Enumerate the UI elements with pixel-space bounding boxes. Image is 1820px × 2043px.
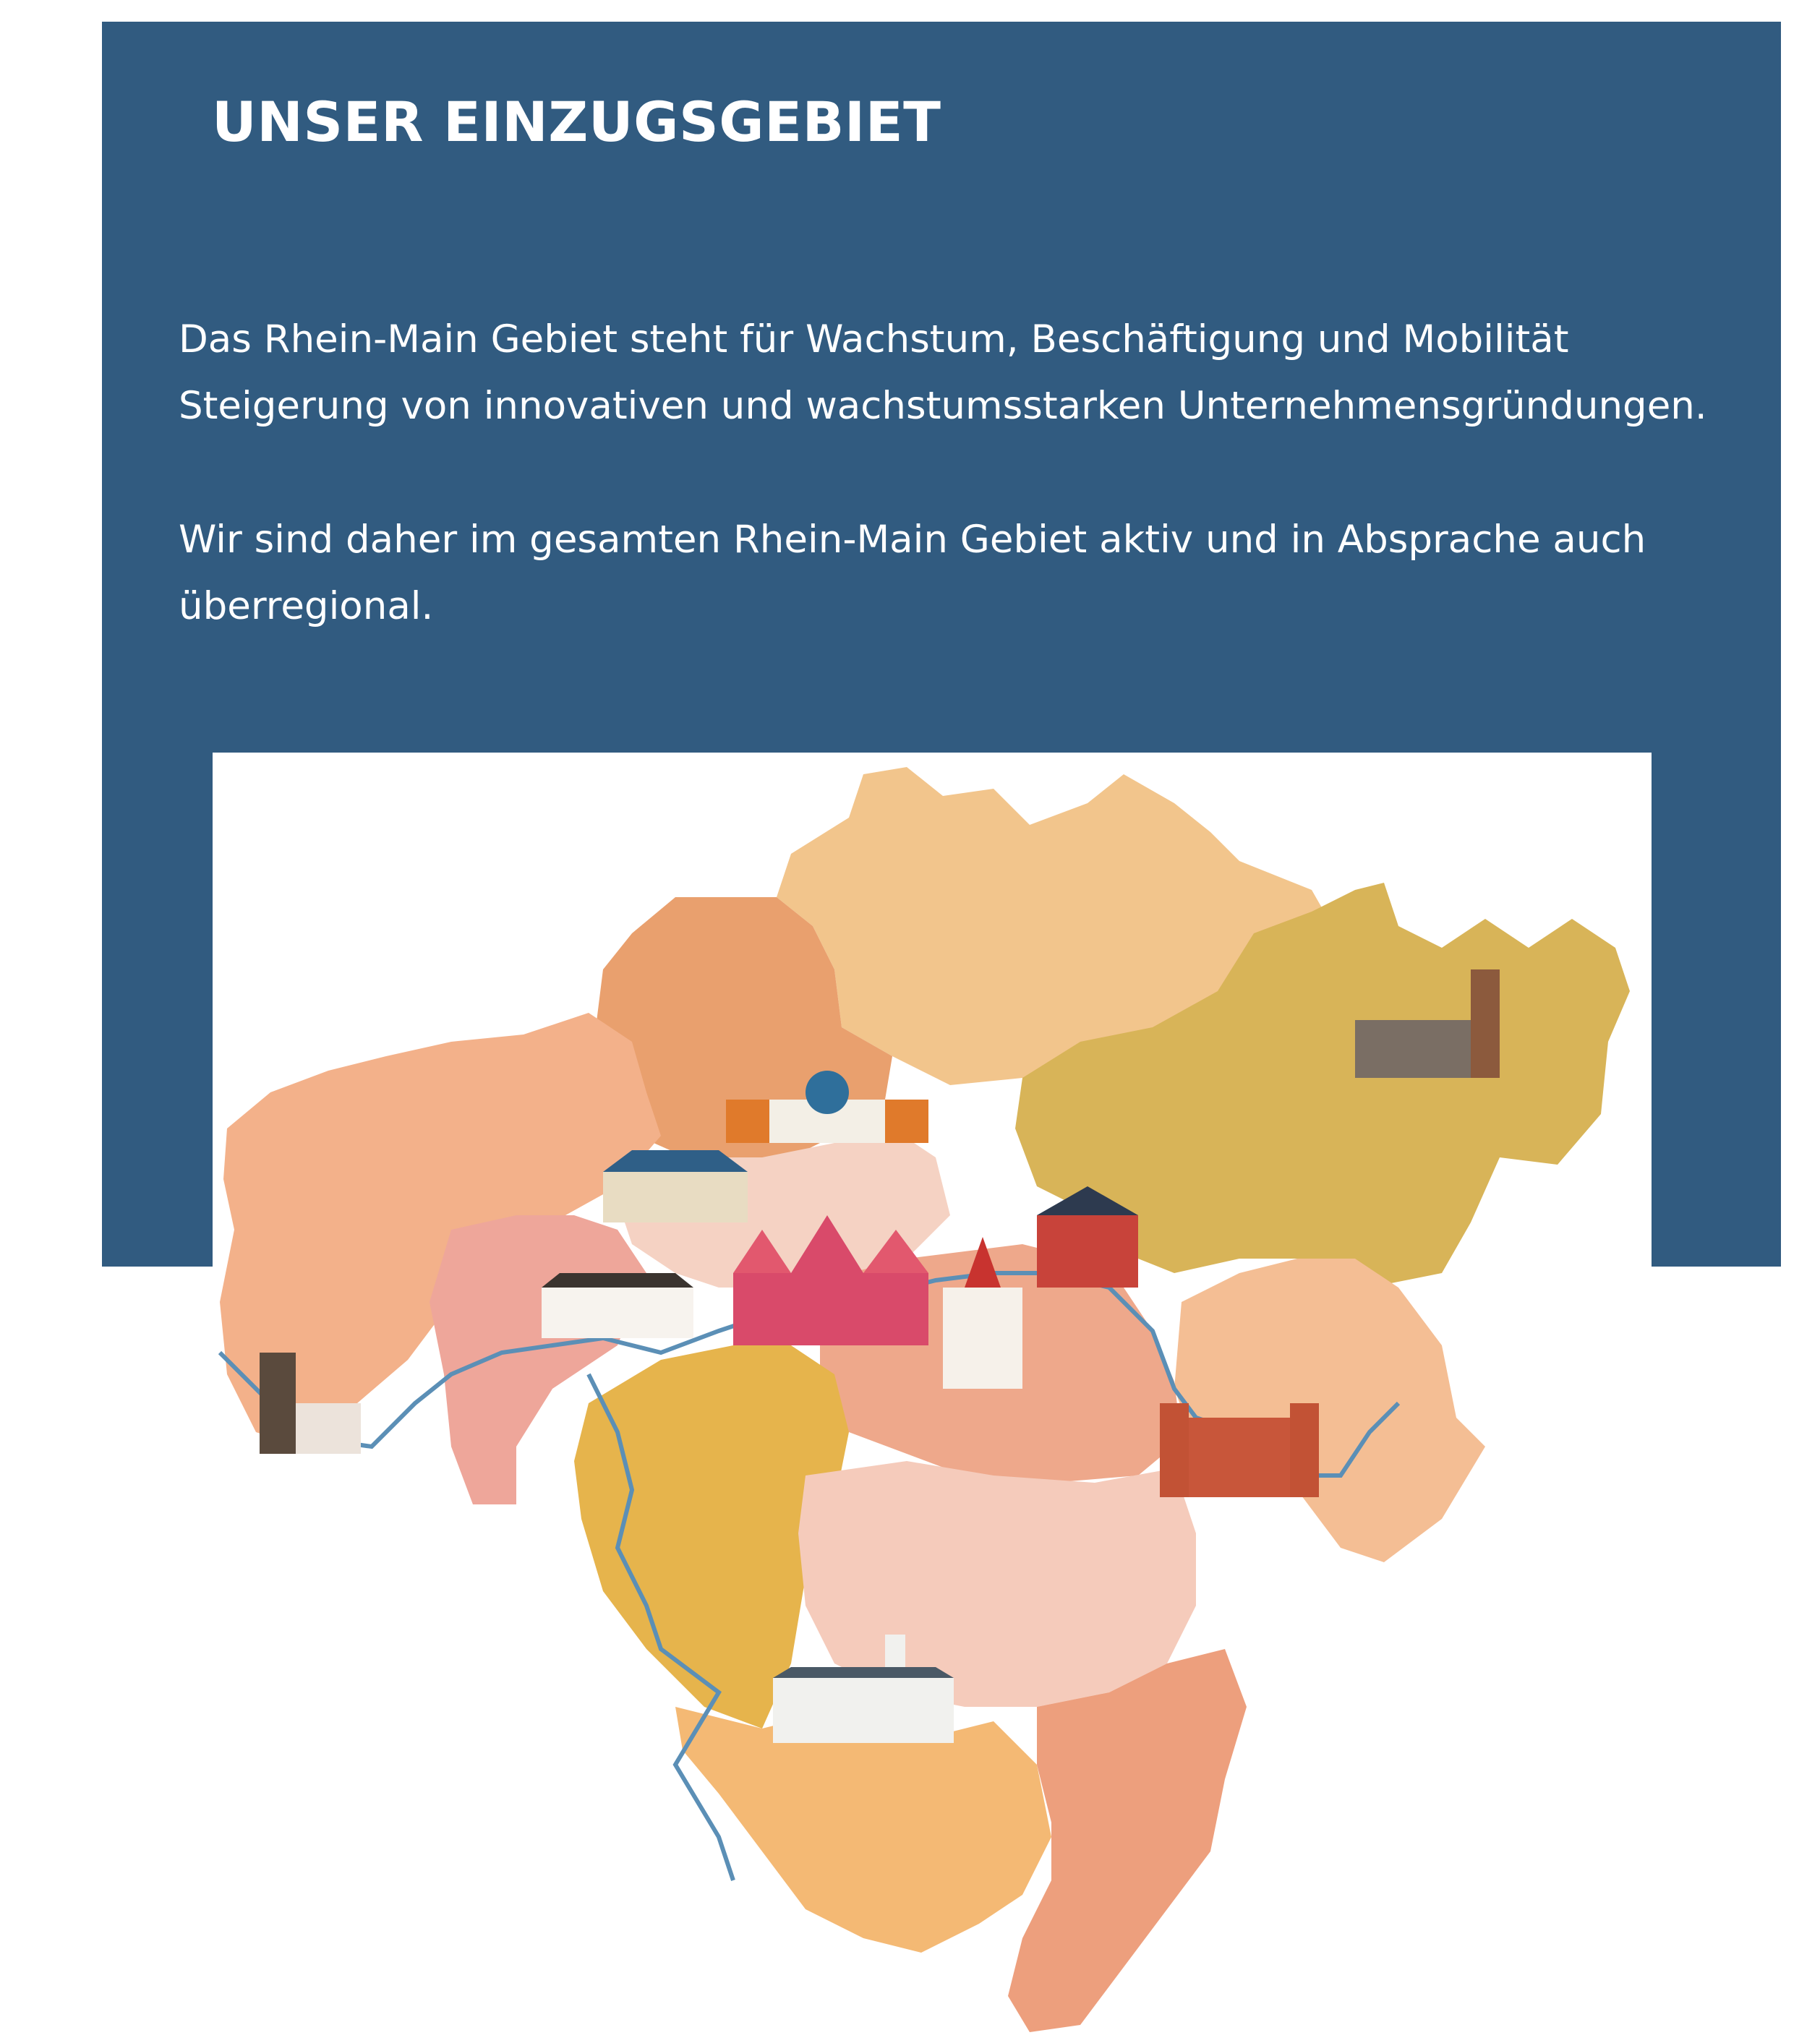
villa-icon: [603, 1150, 748, 1222]
half-timbered-houses-icon: [542, 1273, 693, 1338]
region-south-east: [1174, 1259, 1485, 1562]
roemer-town-hall-icon: [733, 1215, 928, 1345]
region-south: [675, 1707, 1051, 1953]
section-title: UNSER EINZUGSGEBIET: [212, 90, 941, 154]
activity-paragraph: Wir sind daher im gesamten Rhein-Main Ge…: [179, 518, 1646, 628]
region-map: [213, 753, 1652, 2043]
intro-paragraph: Das Rhein-Main Gebiet steht für Wachstum…: [179, 317, 1707, 428]
